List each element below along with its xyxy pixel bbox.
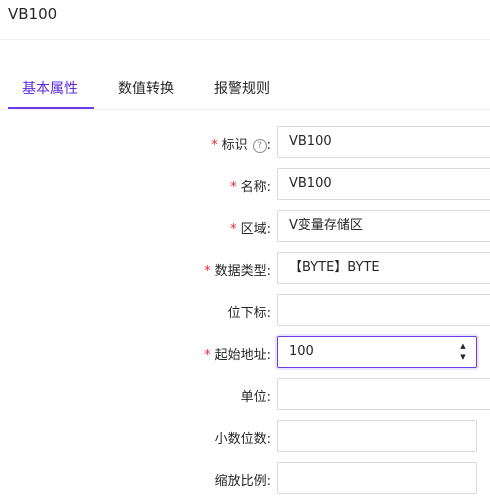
active-tab-indicator (8, 107, 94, 109)
form-row-name: * 名称: VB100 (0, 168, 490, 202)
form-row-unit: 单位: (0, 378, 490, 412)
tab-alarm-rules[interactable]: 报警规则 (214, 78, 270, 98)
identifier-label: * 标识?: (211, 138, 271, 153)
form-row-decimal-places: 小数位数: (0, 420, 490, 454)
start-address-value: 100 (289, 344, 314, 359)
bit-index-input[interactable] (277, 294, 490, 326)
form-row-bit-index: 位下标: (0, 294, 490, 328)
tab-bar: 基本属性 数值转换 报警规则 (0, 66, 490, 110)
unit-label: 单位: (240, 390, 271, 405)
start-address-number-input[interactable]: 100 ▲ ▼ (277, 336, 477, 368)
required-mark: * (230, 180, 237, 195)
scale-ratio-label: 缩放比例: (214, 474, 271, 489)
form-row-identifier: * 标识?: VB100 (0, 126, 490, 160)
data-type-label: * 数据类型: (204, 264, 271, 279)
header-divider (0, 39, 490, 40)
stepper-down-icon[interactable]: ▼ (456, 352, 470, 363)
form-row-area: * 区域: V变量存储区 (0, 210, 490, 244)
tab-basic-properties[interactable]: 基本属性 (22, 78, 78, 98)
bit-index-label: 位下标: (227, 306, 271, 321)
required-mark: * (204, 348, 211, 363)
required-mark: * (204, 264, 211, 279)
stepper-up-icon[interactable]: ▲ (456, 341, 470, 352)
required-mark: * (211, 138, 218, 153)
tab-value-conversion[interactable]: 数值转换 (118, 78, 174, 98)
decimal-places-input[interactable] (277, 420, 477, 452)
required-mark: * (230, 222, 237, 237)
form-row-data-type: * 数据类型: 【BYTE】BYTE (0, 252, 490, 286)
decimal-places-label: 小数位数: (214, 432, 271, 447)
form-row-scale-ratio: 缩放比例: (0, 462, 490, 496)
unit-input[interactable] (277, 378, 490, 410)
name-label: * 名称: (230, 180, 271, 195)
help-icon[interactable]: ? (252, 139, 267, 153)
area-select[interactable]: V变量存储区 (277, 210, 490, 242)
name-input[interactable]: VB100 (277, 168, 490, 200)
identifier-input[interactable]: VB100 (277, 126, 490, 158)
page-title: VB100 (8, 5, 58, 23)
area-label: * 区域: (230, 222, 271, 237)
scale-ratio-input[interactable] (277, 462, 477, 494)
start-address-label: * 起始地址: (204, 348, 271, 363)
data-type-select[interactable]: 【BYTE】BYTE (277, 252, 490, 284)
number-stepper[interactable]: ▲ ▼ (456, 341, 470, 363)
form-row-start-address: * 起始地址: 100 ▲ ▼ (0, 336, 490, 370)
